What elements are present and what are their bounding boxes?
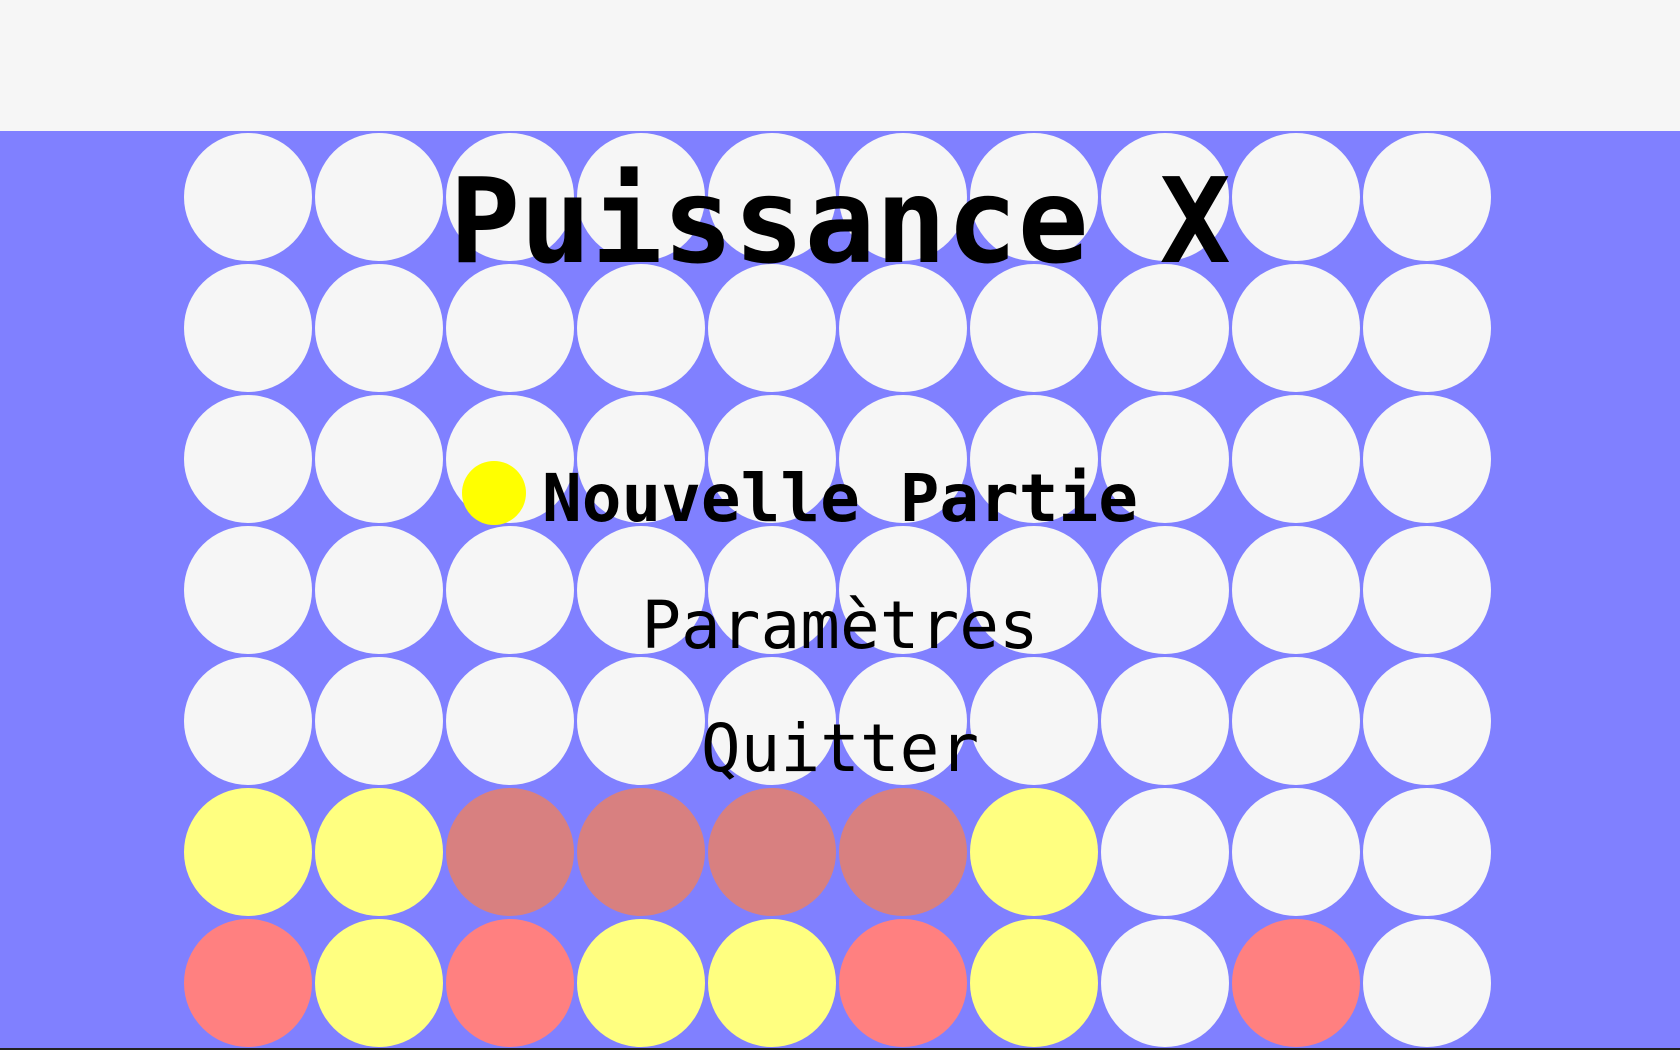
board-cell-red_highlight [577,788,705,916]
board-cell-empty [1232,788,1360,916]
board-cell-yellow [184,788,312,916]
board-cell-yellow [970,919,1098,1047]
board-cell-empty [1232,264,1360,392]
board-cell-empty [1363,788,1491,916]
board-cell-red [1232,919,1360,1047]
board-cell-empty [1101,919,1229,1047]
board-cell-red_highlight [446,788,574,916]
board-cell-yellow [577,919,705,1047]
board-cell-empty [1363,919,1491,1047]
settings-button[interactable]: Paramètres [0,593,1680,659]
new-game-button[interactable]: Nouvelle Partie [0,466,1680,532]
board-cell-red_highlight [708,788,836,916]
board-cell-yellow [970,788,1098,916]
game-title: Puissance X [449,152,1231,290]
board-cell-red [446,919,574,1047]
board-cell-red_highlight [839,788,967,916]
board-cell-empty [184,264,312,392]
board-cell-yellow [315,919,443,1047]
board-cell-red [184,919,312,1047]
board-cell-yellow [708,919,836,1047]
board-cell-empty [1363,264,1491,392]
board-cell-yellow [315,788,443,916]
top-bar [0,0,1680,131]
board-cell-red [839,919,967,1047]
board-cell-empty [1101,788,1229,916]
quit-button[interactable]: Quitter [0,716,1680,782]
board-cell-empty [315,264,443,392]
